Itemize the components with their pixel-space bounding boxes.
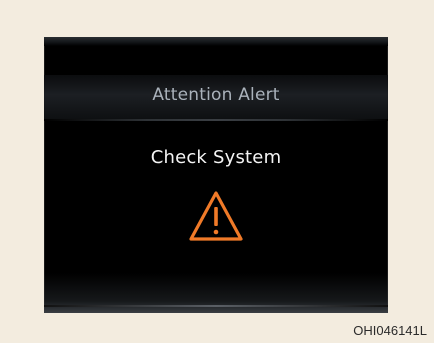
alert-title: Attention Alert <box>152 85 280 105</box>
title-separator <box>44 119 388 121</box>
alert-message: Check System <box>150 147 282 168</box>
warning-triangle-icon <box>189 191 243 241</box>
display-top-edge <box>44 37 388 46</box>
display-bottom-edge <box>44 305 388 307</box>
figure-code: OHI046141L <box>353 323 427 338</box>
display-bottom-glow <box>44 273 388 313</box>
cluster-display: Attention Alert Check System <box>44 37 388 313</box>
